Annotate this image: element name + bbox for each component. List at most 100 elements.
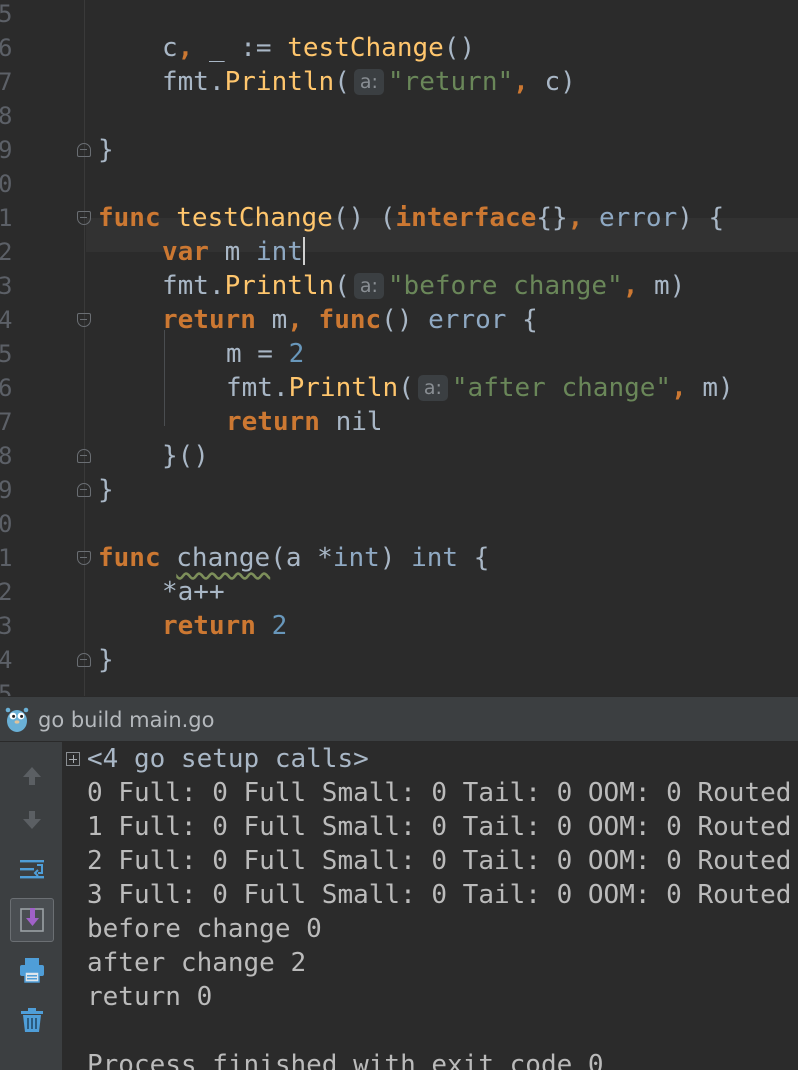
console-line: before change 0 — [87, 914, 322, 944]
line-number: 5 — [0, 340, 13, 368]
code-token: , — [671, 373, 703, 403]
code-line[interactable]: func testChange() (interface{}, error) { — [98, 201, 724, 235]
code-token: } — [98, 135, 114, 165]
code-token: int — [255, 237, 303, 267]
code-line[interactable]: fmt.Println(a: "after change", m) — [226, 371, 734, 405]
indent-guide — [164, 330, 165, 426]
down-arrow-button[interactable] — [10, 798, 54, 842]
line-number: 4 — [0, 646, 13, 674]
soft-wrap-icon — [20, 860, 44, 879]
line-number: 5 — [0, 680, 13, 696]
up-arrow-button[interactable] — [10, 754, 54, 798]
line-number: 2 — [0, 238, 13, 266]
code-token: testChange — [176, 203, 333, 233]
code-line[interactable]: c, _ := testChange() — [162, 31, 475, 65]
line-number: 2 — [0, 578, 13, 606]
fold-open-icon[interactable] — [77, 313, 91, 327]
code-token: (a * — [270, 543, 333, 573]
code-token: return — [162, 305, 272, 335]
fold-close-icon[interactable] — [77, 483, 91, 497]
code-editor[interactable]: 5 6 7 8 9 0 1 2 3 4 5 6 7 8 9 0 1 2 3 4 5 c, _ := testChange… — [0, 0, 798, 696]
code-token: *a++ — [162, 577, 225, 607]
soft-wrap-button[interactable] — [10, 848, 54, 892]
parameter-hint: a: — [353, 273, 384, 299]
fold-open-icon[interactable] — [77, 211, 91, 225]
fold-open-icon[interactable] — [77, 551, 91, 565]
print-button[interactable] — [10, 948, 54, 992]
fold-close-icon[interactable] — [77, 143, 91, 157]
code-line[interactable]: return m, func() error { — [162, 303, 538, 337]
code-line[interactable]: func change(a *int) int { — [98, 541, 489, 575]
scroll-to-end-button[interactable] — [10, 898, 54, 942]
line-number: 3 — [0, 272, 13, 300]
parameter-hint: a: — [417, 375, 448, 401]
print-icon — [20, 958, 44, 983]
code-token: , — [567, 203, 599, 233]
fold-close-icon[interactable] — [77, 653, 91, 667]
line-number: 0 — [0, 170, 13, 198]
code-line[interactable]: *a++ — [162, 575, 225, 609]
code-token: () — [381, 305, 429, 335]
code-line[interactable]: fmt.Println(a: "return", c) — [162, 65, 576, 99]
console-line: return 0 — [87, 982, 213, 1012]
line-number: 8 — [0, 442, 13, 470]
console-line: 1 Full: 0 Full Small: 0 Tail: 0 OOM: 0 R… — [87, 812, 792, 842]
code-line[interactable]: } — [98, 473, 114, 507]
console-line: 0 Full: 0 Full Small: 0 Tail: 0 OOM: 0 R… — [87, 778, 792, 808]
collapsed-group-label[interactable]: <4 go setup calls> — [87, 742, 369, 776]
arrow-down-icon — [23, 811, 41, 829]
code-token: fmt. — [226, 373, 289, 403]
expand-icon[interactable] — [66, 752, 80, 766]
code-token: var — [162, 237, 225, 267]
console-line: 3 Full: 0 Full Small: 0 Tail: 0 OOM: 0 R… — [87, 880, 792, 910]
code-line[interactable]: m = 2 — [226, 337, 304, 371]
trash-icon — [21, 1008, 43, 1032]
code-line[interactable]: }() — [162, 439, 209, 473]
line-number: 9 — [0, 476, 13, 504]
code-token: change — [176, 543, 271, 573]
code-line[interactable]: return nil — [226, 405, 383, 439]
code-token: testChange — [287, 33, 444, 63]
code-token: m) — [654, 271, 686, 301]
code-token: () ( — [332, 203, 396, 233]
code-token: 2 — [271, 611, 288, 641]
code-line[interactable]: var m int — [162, 235, 305, 269]
code-token: {} — [536, 203, 568, 233]
code-token: Println — [288, 373, 399, 403]
code-line[interactable]: return 2 — [162, 609, 287, 643]
line-number: 6 — [0, 374, 13, 402]
console-line: 2 Full: 0 Full Small: 0 Tail: 0 OOM: 0 R… — [87, 846, 792, 876]
code-token: error — [598, 203, 678, 233]
code-token: c) — [544, 67, 576, 97]
console-line: after change 2 — [87, 948, 307, 978]
line-number: 8 — [0, 102, 13, 130]
clear-all-button[interactable] — [10, 998, 54, 1042]
fold-close-icon[interactable] — [77, 449, 91, 463]
code-token: , — [287, 305, 319, 335]
code-token: () — [443, 33, 476, 63]
code-token: Println — [224, 67, 335, 97]
code-token: { — [458, 543, 490, 573]
code-line[interactable]: fmt.Println(a: "before change", m) — [162, 269, 685, 303]
code-token: } — [98, 475, 114, 505]
console-output[interactable]: <4 go setup calls> 0 Full: 0 Full Small:… — [62, 742, 798, 1070]
run-config-title: go build main.go — [38, 708, 215, 732]
parameter-hint: a: — [353, 69, 384, 95]
text-cursor — [302, 237, 305, 265]
gutter-divider — [84, 0, 85, 696]
code-token: m = — [226, 339, 289, 369]
gopher-icon — [5, 707, 29, 732]
line-number: 1 — [0, 544, 13, 572]
code-token: int — [332, 543, 380, 573]
code-token: func — [318, 305, 382, 335]
line-number: 0 — [0, 510, 13, 538]
code-token: 2 — [288, 339, 305, 369]
code-token: } — [98, 645, 114, 675]
code-token: , — [622, 271, 655, 301]
code-line[interactable]: } — [98, 643, 114, 677]
line-number: 3 — [0, 612, 13, 640]
code-line[interactable]: } — [98, 133, 114, 167]
console-line: Process finished with exit code 0 — [87, 1050, 604, 1070]
line-number: 7 — [0, 408, 13, 436]
run-panel-header: go build main.go — [0, 696, 798, 742]
